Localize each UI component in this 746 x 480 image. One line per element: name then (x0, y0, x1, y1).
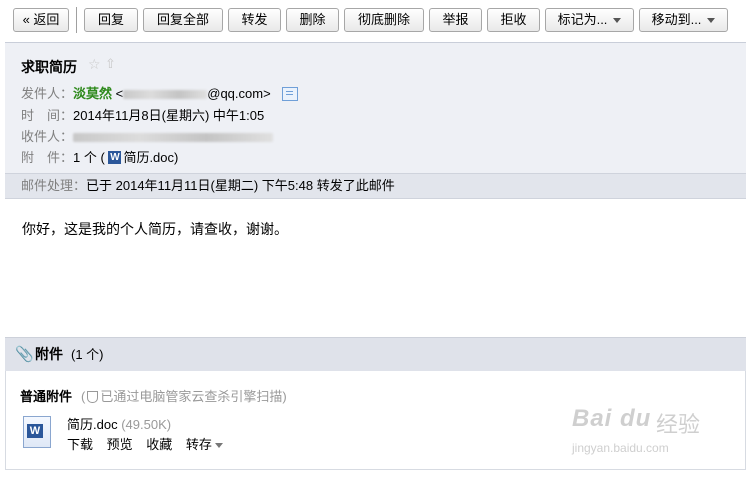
reject-button[interactable]: 拒收 (487, 8, 540, 32)
report-button[interactable]: 举报 (429, 8, 482, 32)
attachment-category: 普通附件 (20, 389, 73, 404)
attachment-label: 附 件： (21, 150, 74, 165)
sender-row: 发件人：淡莫然 < @qq.com> (21, 83, 299, 102)
sender-name[interactable]: 淡莫然 (73, 86, 112, 101)
reply-all-button[interactable]: 回复全部 (143, 8, 223, 32)
delete-permanent-button[interactable]: 彻底删除 (344, 8, 424, 32)
mail-subject: 求职简历 (21, 59, 77, 75)
preview-link[interactable]: 预览 (107, 437, 133, 452)
paperclip-icon: 📎 (15, 346, 34, 363)
attachments-header: 📎 附件 (1 个) (5, 337, 746, 371)
move-to-label: 移动到... (651, 12, 702, 27)
process-label-text: 邮件处理： (21, 178, 87, 193)
arrow-up-icon[interactable]: ⇧ (105, 56, 116, 72)
move-to-dropdown[interactable]: 移动到... (639, 8, 728, 32)
chevron-down-icon (613, 18, 622, 24)
star-icon[interactable]: ☆ (88, 56, 101, 73)
word-file-icon[interactable]: W (23, 416, 51, 448)
time-label: 时 间： (21, 108, 74, 123)
scan-text: 已通过电脑管家云查杀引擎扫描) (100, 389, 287, 404)
scan-status: ( 已通过电脑管家云查杀引擎扫描) (81, 386, 287, 405)
mail-process-bar: 邮件处理：已于 2014年11月11日(星期二) 下午5:48 转发了此邮件 (5, 173, 746, 199)
watermark-logo: Bai du (572, 405, 652, 432)
scan-open: ( (81, 389, 86, 404)
process-label: 邮件处理：已于 2014年11月11日(星期二) 下午5:48 转发了此邮件 (21, 174, 395, 198)
chevron-down-icon[interactable] (214, 443, 223, 449)
time-row: 时 间：2014年11月8日(星期六) 中午1:05 (21, 105, 264, 124)
sender-label: 发件人： (21, 86, 74, 101)
redacted-recipients (73, 133, 274, 143)
toolbar: « 返回 回复 回复全部 转发 删除 彻底删除 举报 拒收 标记为... 移动到… (0, 0, 746, 42)
recipient-label: 收件人： (21, 129, 74, 144)
chevron-down-icon (707, 18, 716, 24)
attachment-close: ) (174, 150, 179, 165)
delete-button[interactable]: 删除 (286, 8, 339, 32)
attachment-actions: 下载 预览 收藏 转存 (67, 434, 223, 453)
watermark-url: jingyan.baidu.com (572, 441, 669, 455)
attachment-file: 简历.doc (49.50K) (67, 414, 171, 433)
forward-button[interactable]: 转发 (228, 8, 281, 32)
attachment-file-name[interactable]: 简历.doc (67, 417, 118, 432)
sender-email: < @qq.com> (115, 86, 271, 101)
time-value: 2014年11月8日(星期六) 中午1:05 (73, 108, 265, 123)
toolbar-divider (76, 7, 77, 33)
mail-body: 你好，这是我的个人简历，请查收，谢谢。 (22, 221, 288, 237)
attachment-file-size: (49.50K) (121, 417, 172, 432)
attachment-row: 附 件：1 个 ( W 简历.doc) (21, 147, 178, 166)
back-button[interactable]: « 返回 (13, 8, 69, 32)
attachments-count: (1 个) (71, 347, 104, 362)
attachments-title: 附件 (35, 346, 63, 362)
attachment-count: 1 个 ( (73, 150, 105, 165)
reply-button[interactable]: 回复 (84, 8, 138, 32)
save-to-link[interactable]: 转存 (186, 437, 212, 452)
recipient-row: 收件人： (21, 126, 274, 145)
sender-email-domain: @qq.com> (207, 86, 271, 101)
mail-header: 求职简历 ☆ ⇧ 发件人：淡莫然 < @qq.com> 时 间：2014年11月8… (5, 42, 746, 173)
redacted-email (123, 90, 208, 100)
download-link[interactable]: 下载 (67, 437, 93, 452)
watermark-cn: 经验 (656, 412, 701, 437)
shield-icon (87, 390, 99, 403)
attachment-link[interactable]: 简历.doc (123, 150, 174, 165)
mark-as-dropdown[interactable]: 标记为... (545, 8, 634, 32)
word-doc-icon: W (108, 151, 122, 165)
add-contact-icon[interactable] (282, 86, 299, 101)
mark-as-label: 标记为... (557, 12, 608, 27)
favorite-link[interactable]: 收藏 (146, 437, 172, 452)
process-text: 已于 2014年11月11日(星期二) 下午5:48 转发了此邮件 (86, 178, 395, 193)
baidu-watermark: Bai du 经验 jingyan.baidu.com (572, 405, 742, 465)
